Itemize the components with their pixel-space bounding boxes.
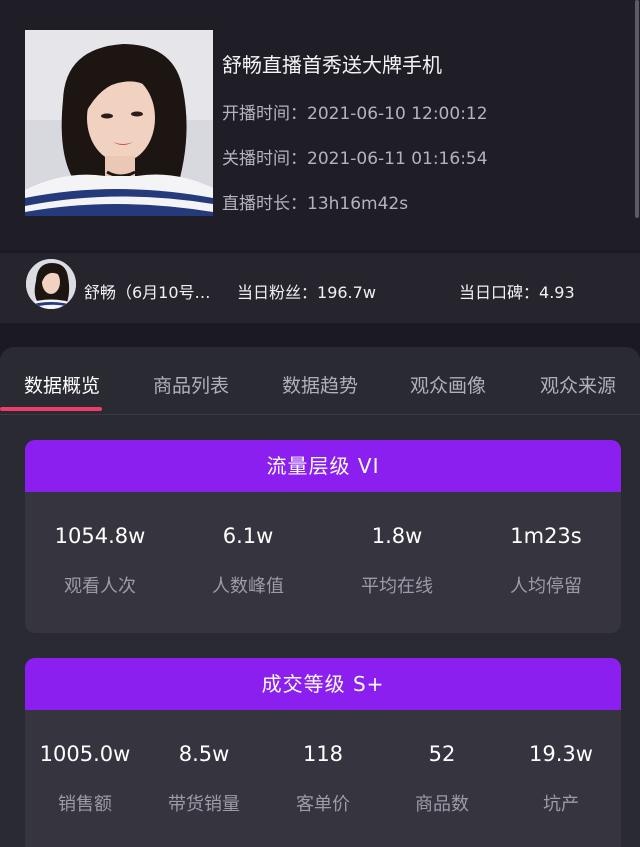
start-time-value: 2021-06-10 12:00:12: [307, 104, 488, 124]
duration-label: 直播时长：: [222, 194, 307, 214]
stat-label: 人均停留: [510, 576, 582, 597]
duration-value: 13h16m42s: [307, 194, 409, 214]
stat-avg-online: 1.8w 平均在线: [322, 524, 472, 598]
stat-value: 1.8w: [371, 524, 423, 548]
duration-row: 直播时长：13h16m42s: [222, 189, 408, 214]
tab-audience-profile[interactable]: 观众画像: [410, 371, 486, 398]
daily-reputation-label: 当日口碑：: [459, 283, 540, 302]
streamer-name[interactable]: 舒畅（6月10号…: [84, 279, 211, 303]
stat-label: 人数峰值: [212, 576, 284, 597]
tab-product-list[interactable]: 商品列表: [153, 371, 229, 398]
streamer-strip: 舒畅（6月10号… 当日粉丝：196.7w 当日口碑：4.93: [0, 253, 640, 323]
live-header: 舒畅直播首秀送大牌手机 开播时间：2021-06-10 12:00:12 关播时…: [0, 0, 640, 250]
traffic-level-title-text: 流量层级 VI: [266, 454, 380, 478]
end-time-label: 关播时间：: [222, 149, 307, 169]
scrollbar[interactable]: [635, 0, 639, 218]
tab-data-trend[interactable]: 数据趋势: [282, 371, 358, 398]
stat-label: 平均在线: [361, 576, 433, 597]
tab-data-overview[interactable]: 数据概览: [24, 371, 100, 398]
daily-fans: 当日粉丝：196.7w: [237, 279, 376, 303]
sales-level-title-text: 成交等级 S+: [261, 672, 385, 696]
stat-label: 观看人次: [64, 576, 136, 597]
stat-avg-stay: 1m23s 人均停留: [471, 524, 621, 598]
stat-slot-output: 19.3w 坑产: [486, 742, 621, 816]
end-time-row: 关播时间：2021-06-11 01:16:54: [222, 144, 488, 169]
stat-label: 坑产: [543, 794, 579, 815]
daily-reputation: 当日口碑：4.93: [459, 279, 575, 303]
sales-level-title: 成交等级 S+: [25, 658, 621, 710]
stat-views: 1054.8w 观看人次: [25, 524, 175, 598]
stat-peak-viewers: 6.1w 人数峰值: [173, 524, 323, 598]
stat-value: 1m23s: [510, 524, 582, 548]
live-cover-image[interactable]: [25, 30, 213, 216]
stat-value: 19.3w: [529, 742, 593, 766]
live-report-page: 舒畅直播首秀送大牌手机 开播时间：2021-06-10 12:00:12 关播时…: [0, 0, 640, 847]
start-time-label: 开播时间：: [222, 104, 307, 124]
stat-value: 6.1w: [222, 524, 274, 548]
tab-audience-source[interactable]: 观众来源: [540, 371, 616, 398]
tab-bar: 数据概览 商品列表 数据趋势 观众画像 观众来源: [0, 347, 640, 415]
start-time-row: 开播时间：2021-06-10 12:00:12: [222, 99, 488, 124]
live-title: 舒畅直播首秀送大牌手机: [222, 53, 442, 77]
stat-value: 1054.8w: [54, 524, 146, 548]
data-panel: 数据概览 商品列表 数据趋势 观众画像 观众来源 流量层级 VI 1054.8w…: [0, 347, 640, 847]
daily-reputation-value: 4.93: [539, 283, 575, 302]
daily-fans-label: 当日粉丝：: [237, 283, 318, 302]
sales-level-card: 成交等级 S+ 1005.0w 销售额 8.5w 带货销量 118 客单价 52…: [25, 658, 621, 847]
traffic-level-card: 流量层级 VI 1054.8w 观看人次 6.1w 人数峰值 1.8w 平均在线…: [25, 440, 621, 633]
daily-fans-value: 196.7w: [317, 283, 376, 302]
streamer-avatar[interactable]: [26, 259, 76, 309]
active-tab-indicator: [0, 407, 102, 411]
end-time-value: 2021-06-11 01:16:54: [307, 149, 488, 169]
traffic-level-title: 流量层级 VI: [25, 440, 621, 492]
